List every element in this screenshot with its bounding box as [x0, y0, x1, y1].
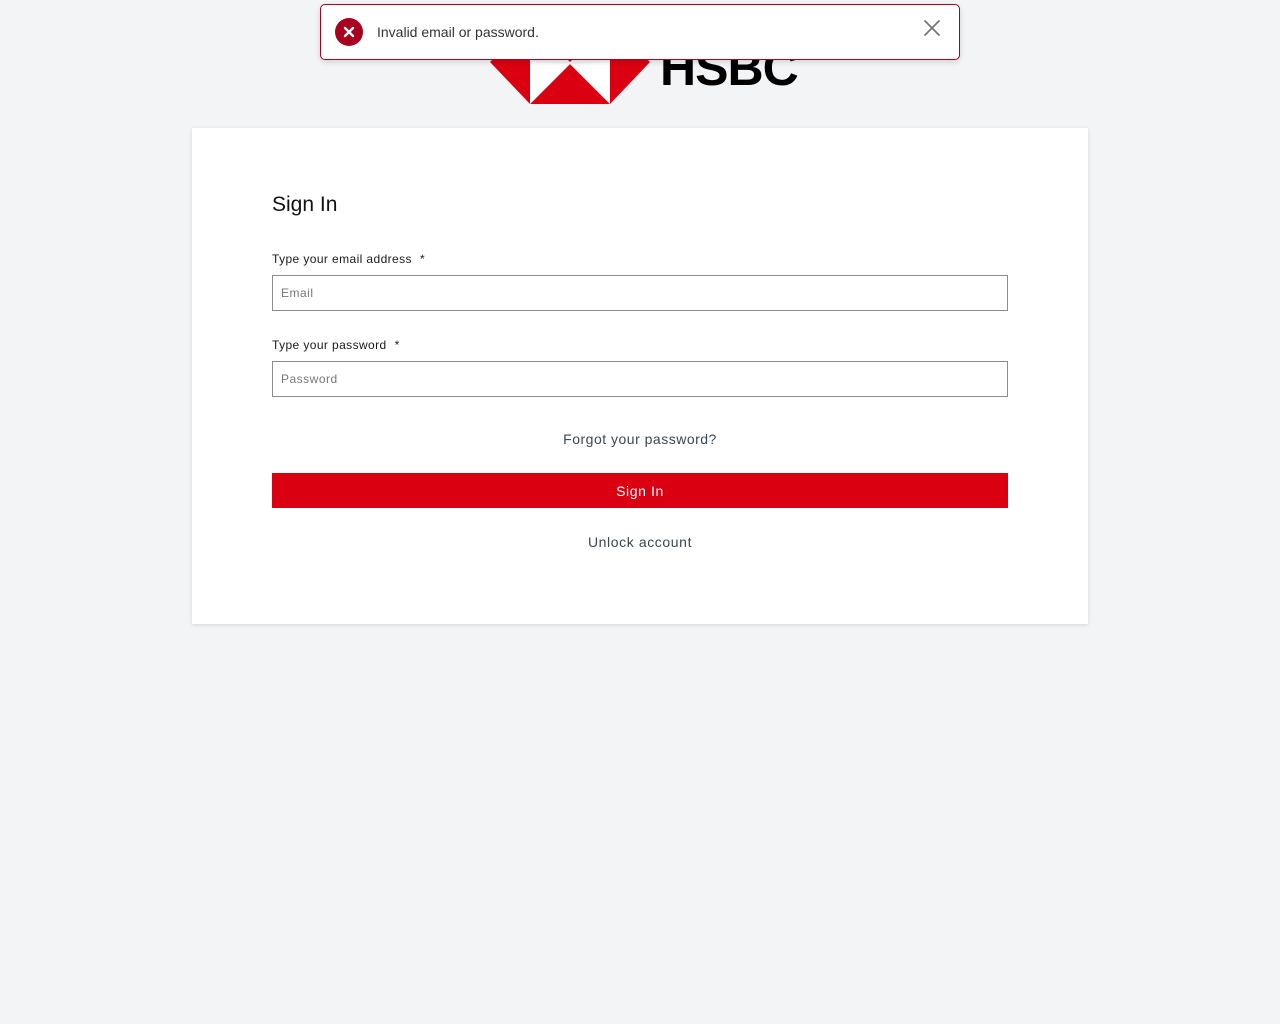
page-title: Sign In	[272, 193, 338, 216]
password-input[interactable]	[272, 361, 1008, 397]
unlock-account-link[interactable]: Unlock account	[192, 534, 1088, 550]
forgot-password-link[interactable]: Forgot your password?	[192, 431, 1088, 447]
close-icon[interactable]	[923, 19, 941, 37]
sign-in-button[interactable]: Sign In	[272, 473, 1008, 508]
login-page: HSBC Invalid email or password. Sign In …	[0, 0, 1280, 1024]
error-x-circle-icon	[335, 18, 363, 46]
signin-card: Sign In Type your email address * Type yo…	[192, 128, 1088, 624]
email-label-text: Type your email address	[272, 252, 412, 266]
required-marker: *	[419, 252, 426, 266]
password-label-text: Type your password	[272, 338, 387, 352]
password-label: Type your password *	[272, 338, 400, 352]
error-message: Invalid email or password.	[377, 24, 539, 40]
error-toast: Invalid email or password.	[320, 4, 960, 60]
required-marker: *	[394, 338, 400, 352]
email-label: Type your email address *	[272, 252, 425, 266]
email-input[interactable]	[272, 275, 1008, 311]
